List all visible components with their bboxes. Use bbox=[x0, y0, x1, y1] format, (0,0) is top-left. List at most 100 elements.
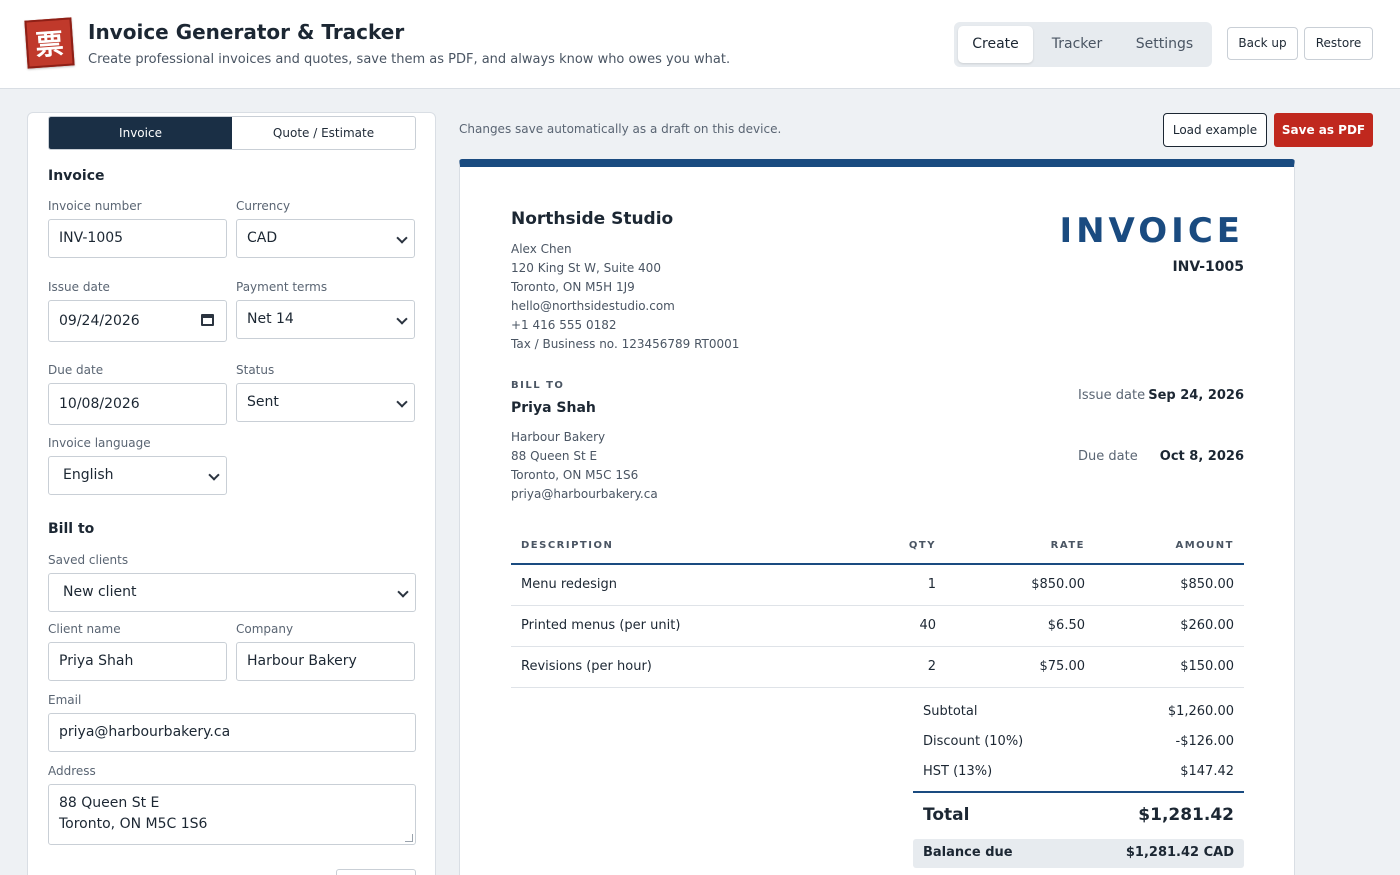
save-pdf-button[interactable]: Save as PDF bbox=[1274, 113, 1373, 147]
tax-value: $147.42 bbox=[1180, 764, 1234, 779]
tax-label: HST (13%) bbox=[923, 764, 993, 779]
column-header-description: DESCRIPTION bbox=[521, 540, 614, 551]
document-heading: INVOICE bbox=[1059, 211, 1244, 251]
item-description: Printed menus (per unit) bbox=[521, 618, 681, 633]
item-qty: 40 bbox=[919, 618, 936, 633]
company-label: Company bbox=[236, 622, 294, 636]
app-title: Invoice Generator & Tracker bbox=[88, 20, 405, 44]
address-value: 88 Queen St E Toronto, ON M5C 1S6 bbox=[59, 795, 208, 832]
seller-tax-number: Tax / Business no. 123456789 RT0001 bbox=[511, 337, 740, 351]
saved-clients-select[interactable]: New client bbox=[48, 573, 416, 612]
resize-handle-icon[interactable] bbox=[405, 834, 413, 842]
tab-create[interactable]: Create bbox=[958, 26, 1033, 63]
item-rate: $75.00 bbox=[1039, 659, 1086, 674]
bill-to-label: BILL TO bbox=[511, 380, 565, 391]
seller-contact-line: Alex Chen bbox=[511, 242, 572, 256]
item-rate: $850.00 bbox=[1031, 577, 1085, 592]
language-value: English bbox=[63, 467, 114, 483]
backup-button[interactable]: Back up bbox=[1227, 27, 1298, 60]
subtotal-label: Subtotal bbox=[923, 704, 978, 719]
item-qty: 2 bbox=[927, 659, 936, 674]
client-name-label: Client name bbox=[48, 622, 121, 636]
column-header-qty: QTY bbox=[908, 540, 936, 551]
app-header: 票 Invoice Generator & Tracker Create pro… bbox=[0, 0, 1400, 89]
tab-settings[interactable]: Settings bbox=[1121, 26, 1208, 63]
currency-value: CAD bbox=[247, 230, 278, 246]
balance-due-label: Balance due bbox=[923, 845, 1013, 860]
discount-value: -$126.00 bbox=[1175, 734, 1234, 749]
email-input[interactable]: priya@harbourbakery.ca bbox=[48, 713, 416, 752]
status-value: Sent bbox=[247, 394, 279, 410]
calendar-icon[interactable] bbox=[201, 314, 214, 326]
status-select[interactable]: Sent bbox=[236, 383, 415, 422]
saved-clients-label: Saved clients bbox=[48, 553, 129, 567]
client-email: priya@harbourbakery.ca bbox=[511, 487, 658, 501]
subtotal-value: $1,260.00 bbox=[1167, 704, 1234, 719]
client-company: Harbour Bakery bbox=[511, 430, 606, 444]
company-input[interactable]: Harbour Bakery bbox=[236, 642, 415, 681]
email-label: Email bbox=[48, 693, 82, 707]
currency-select[interactable]: CAD bbox=[236, 219, 415, 258]
seller-phone: +1 416 555 0182 bbox=[511, 318, 617, 332]
payment-terms-value: Net 14 bbox=[247, 311, 294, 327]
table-header: DESCRIPTION QTY RATE AMOUNT bbox=[511, 527, 1244, 565]
main-nav: Create Tracker Settings bbox=[954, 22, 1212, 67]
issue-date-input[interactable]: 09/24/2026 bbox=[48, 300, 227, 342]
subtotal-row: Subtotal $1,260.00 bbox=[913, 698, 1244, 728]
due-date-label: Due date bbox=[48, 363, 104, 377]
seller-name: Northside Studio bbox=[511, 209, 674, 229]
discount-row: Discount (10%) -$126.00 bbox=[913, 728, 1244, 758]
issue-date-meta-label: Issue date bbox=[1078, 388, 1146, 403]
issue-date-label: Issue date bbox=[48, 280, 110, 294]
document-type-toggle: Invoice Quote / Estimate bbox=[48, 116, 416, 150]
status-label: Status bbox=[236, 363, 275, 377]
partial-control[interactable] bbox=[336, 869, 416, 875]
due-date-meta-label: Due date bbox=[1078, 449, 1138, 464]
document-number: INV-1005 bbox=[1172, 259, 1244, 275]
currency-label: Currency bbox=[236, 199, 291, 213]
line-items-table: DESCRIPTION QTY RATE AMOUNT Menu redesig… bbox=[511, 527, 1244, 688]
client-name-input[interactable]: Priya Shah bbox=[48, 642, 227, 681]
issue-date-meta-value: Sep 24, 2026 bbox=[1148, 388, 1244, 403]
load-example-button[interactable]: Load example bbox=[1163, 113, 1267, 147]
table-row: Revisions (per hour) 2 $75.00 $150.00 bbox=[511, 647, 1244, 688]
table-row: Menu redesign 1 $850.00 $850.00 bbox=[511, 565, 1244, 606]
address-textarea[interactable]: 88 Queen St E Toronto, ON M5C 1S6 bbox=[48, 784, 416, 845]
client-name: Priya Shah bbox=[511, 400, 596, 416]
editor-panel: Invoice Quote / Estimate Invoice Invoice… bbox=[27, 112, 436, 875]
autosave-note: Changes save automatically as a draft on… bbox=[459, 122, 782, 136]
due-date-input[interactable]: 10/08/2026 bbox=[48, 383, 227, 425]
app-logo-icon: 票 bbox=[24, 17, 75, 69]
item-amount: $850.00 bbox=[1180, 577, 1234, 592]
total-row: Total $1,281.42 bbox=[913, 791, 1244, 839]
item-amount: $260.00 bbox=[1180, 618, 1234, 633]
invoice-number-label: Invoice number bbox=[48, 199, 142, 213]
doc-type-invoice[interactable]: Invoice bbox=[49, 117, 232, 149]
seller-email: hello@northsidestudio.com bbox=[511, 299, 675, 313]
issue-date-value: 09/24/2026 bbox=[59, 313, 140, 329]
item-amount: $150.00 bbox=[1180, 659, 1234, 674]
payment-terms-label: Payment terms bbox=[236, 280, 328, 294]
language-label: Invoice language bbox=[48, 436, 151, 450]
item-rate: $6.50 bbox=[1047, 618, 1085, 633]
column-header-rate: RATE bbox=[1050, 540, 1085, 551]
doc-type-quote[interactable]: Quote / Estimate bbox=[232, 117, 415, 149]
invoice-number-input[interactable]: INV-1005 bbox=[48, 219, 227, 258]
discount-label: Discount (10%) bbox=[923, 734, 1024, 749]
payment-terms-select[interactable]: Net 14 bbox=[236, 300, 415, 339]
due-date-meta-value: Oct 8, 2026 bbox=[1159, 449, 1244, 464]
totals-block: Subtotal $1,260.00 Discount (10%) -$126.… bbox=[913, 698, 1244, 868]
tab-tracker[interactable]: Tracker bbox=[1036, 26, 1118, 63]
balance-due-row: Balance due $1,281.42 CAD bbox=[913, 839, 1244, 868]
invoice-preview: Northside Studio Alex Chen 120 King St W… bbox=[459, 159, 1295, 875]
restore-button[interactable]: Restore bbox=[1304, 27, 1373, 60]
client-address-line: 88 Queen St E bbox=[511, 449, 598, 463]
section-billto-title: Bill to bbox=[48, 521, 95, 537]
client-city-line: Toronto, ON M5C 1S6 bbox=[511, 468, 639, 482]
language-select[interactable]: English bbox=[48, 456, 227, 495]
column-header-amount: AMOUNT bbox=[1175, 540, 1234, 551]
saved-clients-value: New client bbox=[63, 584, 137, 600]
table-row: Printed menus (per unit) 40 $6.50 $260.0… bbox=[511, 606, 1244, 647]
balance-due-value: $1,281.42 CAD bbox=[1125, 845, 1234, 860]
total-label: Total bbox=[923, 805, 970, 825]
